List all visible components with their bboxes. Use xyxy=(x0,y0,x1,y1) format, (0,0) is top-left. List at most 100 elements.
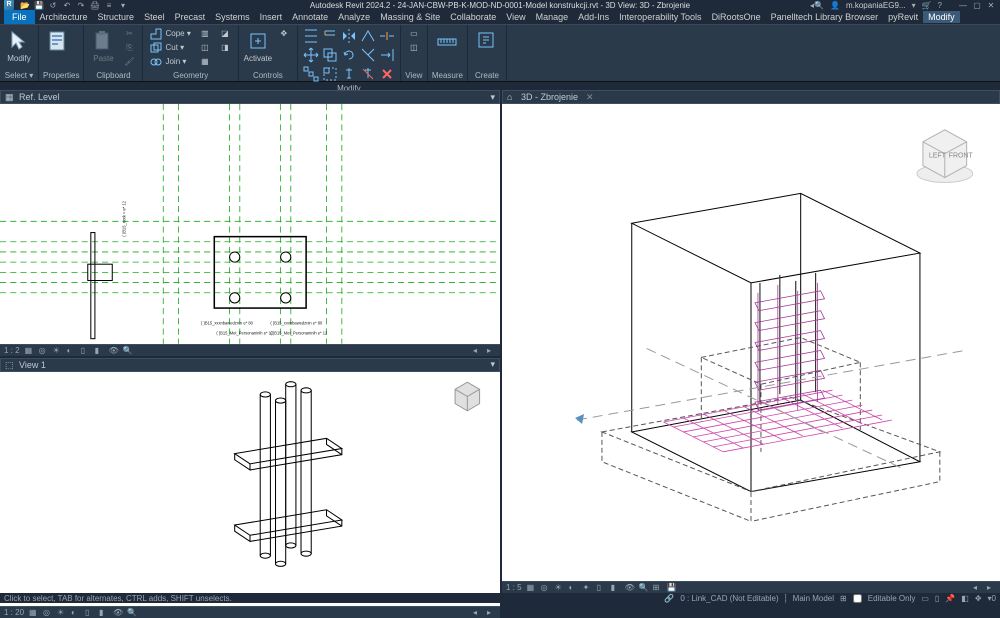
select-underlay-icon[interactable]: ◧ xyxy=(961,594,969,603)
modify-arrow-button[interactable]: Modify xyxy=(4,27,34,63)
user-icon[interactable]: 👤 xyxy=(830,1,840,10)
cut-clipboard-button[interactable]: ✂ xyxy=(120,27,138,40)
visual-style-icon[interactable]: ◎ xyxy=(39,346,48,355)
detail-level-icon[interactable]: ▦ xyxy=(25,346,34,355)
qat-redo-icon[interactable]: ↷ xyxy=(76,0,86,10)
tab-massing-site[interactable]: Massing & Site xyxy=(375,11,445,23)
align-icon[interactable] xyxy=(302,27,320,45)
drag-elements-icon[interactable]: ✥ xyxy=(975,594,982,603)
crop-visible-icon[interactable]: ▮ xyxy=(95,346,104,355)
selection-count-icon[interactable]: ▾0 xyxy=(988,594,996,603)
tab-collaborate[interactable]: Collaborate xyxy=(445,11,501,23)
qat-save-icon[interactable]: 💾 xyxy=(34,0,44,10)
reveal-icon[interactable]: 🔍 xyxy=(123,346,132,355)
hide-isolate-icon-2[interactable]: 👁 xyxy=(113,608,122,617)
hide-isolate-icon-3[interactable]: 👁 xyxy=(625,583,634,592)
measure-button[interactable] xyxy=(432,27,462,53)
paste-button[interactable]: Paste xyxy=(88,27,118,63)
view-header-3d[interactable]: ⌂ 3D - Zbrojenie ✕ xyxy=(502,90,1000,104)
cope-button[interactable]: Cope ▾ xyxy=(147,27,193,40)
detail-level-icon-3[interactable]: ▦ xyxy=(527,583,536,592)
join-button[interactable]: Join ▾ xyxy=(147,55,193,68)
geom-btn-c[interactable]: ▦ xyxy=(196,55,214,68)
crop-icon[interactable]: ▯ xyxy=(81,346,90,355)
view-min-icon-2[interactable]: ▾ xyxy=(490,359,495,370)
file-tab[interactable]: File xyxy=(4,10,35,24)
visual-style-icon-3[interactable]: ◎ xyxy=(541,583,550,592)
view-body-ref-level[interactable]: ( )B15_xxxnbawedznin e* 80 ( )B15_xxxnba… xyxy=(0,104,500,344)
tab-steel[interactable]: Steel xyxy=(139,11,170,23)
scale-label-bottomleft[interactable]: 1 : 20 xyxy=(4,608,24,617)
reveal-icon-3[interactable]: 🔍 xyxy=(639,583,648,592)
properties-button[interactable] xyxy=(43,27,73,53)
view-body-view1[interactable] xyxy=(0,372,500,607)
tab-analyze[interactable]: Analyze xyxy=(333,11,375,23)
scroll-right-icon[interactable]: ▸ xyxy=(487,346,496,355)
scroll-left-icon-3[interactable]: ◂ xyxy=(973,583,982,592)
tab-view[interactable]: View xyxy=(501,11,530,23)
geom-btn-a[interactable]: ▥ xyxy=(196,27,214,40)
view-min-icon[interactable]: ▾ xyxy=(490,92,495,103)
scroll-left-icon-2[interactable]: ◂ xyxy=(473,608,482,617)
crop-icon-3[interactable]: ▯ xyxy=(597,583,606,592)
mirror-axis-icon[interactable] xyxy=(340,27,358,45)
qat-sync-icon[interactable]: ↺ xyxy=(48,0,58,10)
view-header-ref-level[interactable]: ▦ Ref. Level ▾ xyxy=(0,90,500,104)
qat-print-icon[interactable]: 🖨 xyxy=(90,0,100,10)
tab-structure[interactable]: Structure xyxy=(93,11,140,23)
search-icon[interactable]: ◂🔍 xyxy=(810,1,824,10)
help-icon[interactable]: ▾ xyxy=(912,1,916,10)
copy-icon[interactable] xyxy=(321,46,339,64)
tab-pyrevit[interactable]: pyRevit xyxy=(883,11,923,23)
controls-btn-a[interactable]: ✥ xyxy=(275,27,293,40)
cart-icon[interactable]: 🛒 xyxy=(922,1,932,10)
select-links-icon[interactable]: ▯ xyxy=(935,594,939,603)
copy-clipboard-button[interactable]: ⎘ xyxy=(120,41,138,54)
scale-icon[interactable] xyxy=(321,65,339,83)
rotate-icon[interactable] xyxy=(340,46,358,64)
offset-icon[interactable] xyxy=(321,27,339,45)
unpin-icon[interactable] xyxy=(359,65,377,83)
tab-modify[interactable]: Modify xyxy=(923,11,960,23)
tab-architecture[interactable]: Architecture xyxy=(35,11,93,23)
crop-visible-icon-3[interactable]: ▮ xyxy=(611,583,620,592)
activate-button[interactable]: Activate xyxy=(243,27,273,63)
view-btn-b[interactable]: ◫ xyxy=(405,41,423,54)
extend-icon[interactable] xyxy=(378,46,396,64)
geom-btn-e[interactable]: ◨ xyxy=(216,41,234,54)
shadows-icon-2[interactable]: ◐ xyxy=(71,608,80,617)
sun-path-icon-3[interactable]: ☀ xyxy=(555,583,564,592)
qat-dropdown-icon[interactable]: ▾ xyxy=(118,0,128,10)
tab-panelltech[interactable]: Panelltech Library Browser xyxy=(766,11,884,23)
minimize-button[interactable]: — xyxy=(958,1,968,10)
worksets-icon[interactable]: ⊞ xyxy=(840,594,847,603)
delete-icon[interactable] xyxy=(378,65,396,83)
status-model[interactable]: Main Model xyxy=(793,594,834,603)
worksets-icon-3[interactable]: ⊞ xyxy=(653,583,662,592)
status-link-indicator[interactable]: 🔗 xyxy=(664,594,674,603)
render-icon-3[interactable]: ✦ xyxy=(583,583,592,592)
geom-btn-d[interactable]: ◪ xyxy=(216,27,234,40)
view-body-3d[interactable]: LEFT FRONT xyxy=(502,104,1000,581)
shadows-icon[interactable]: ◐ xyxy=(67,346,76,355)
tab-interop-tools[interactable]: Interoperability Tools xyxy=(614,11,706,23)
sun-path-icon-2[interactable]: ☀ xyxy=(57,608,66,617)
matchprop-button[interactable]: 🖌 xyxy=(120,55,138,68)
tab-insert[interactable]: Insert xyxy=(255,11,288,23)
tab-dirootsone[interactable]: DiRootsOne xyxy=(707,11,766,23)
detail-level-icon-2[interactable]: ▦ xyxy=(29,608,38,617)
filter-icon[interactable]: ▭ xyxy=(921,594,929,603)
shadows-icon-3[interactable]: ◐ xyxy=(569,583,578,592)
scroll-left-icon[interactable]: ◂ xyxy=(473,346,482,355)
info-icon[interactable]: ? xyxy=(938,1,942,10)
hide-isolate-icon[interactable]: 👁 xyxy=(109,346,118,355)
visual-style-icon-2[interactable]: ◎ xyxy=(43,608,52,617)
scale-label-right[interactable]: 1 : 5 xyxy=(506,583,522,592)
scale-label-topleft[interactable]: 1 : 2 xyxy=(4,346,20,355)
split-element-icon[interactable] xyxy=(378,27,396,45)
sun-path-icon[interactable]: ☀ xyxy=(53,346,62,355)
create-button[interactable] xyxy=(472,27,502,53)
scroll-right-icon-2[interactable]: ▸ xyxy=(487,608,496,617)
mirror-draw-icon[interactable] xyxy=(359,27,377,45)
array-icon[interactable] xyxy=(302,65,320,83)
